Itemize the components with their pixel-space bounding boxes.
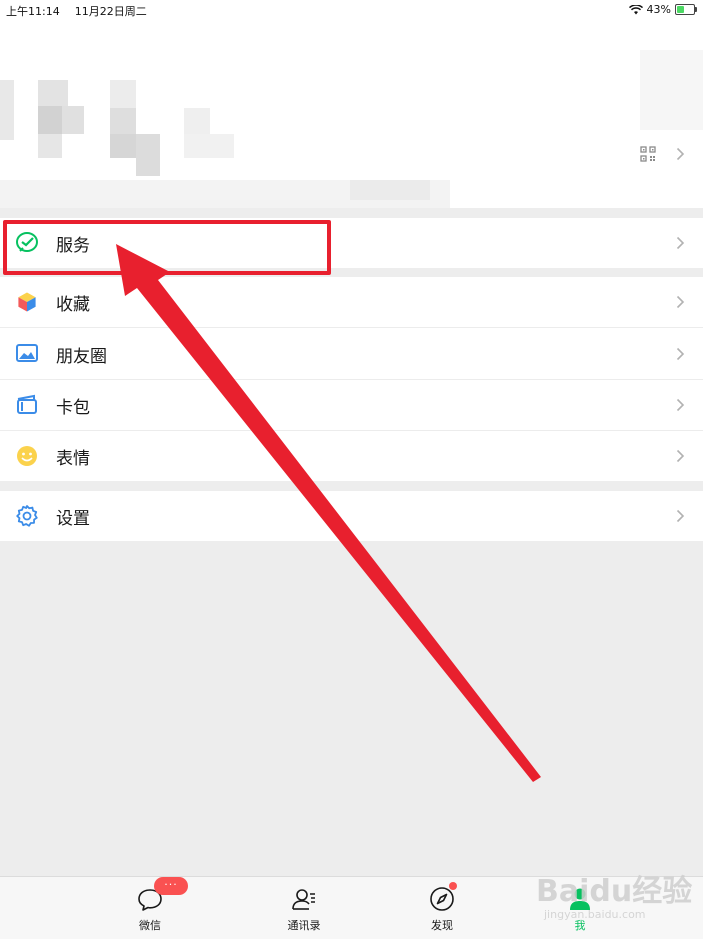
tab-label: 通讯录 [287,919,321,932]
tab-label: 微信 [139,919,161,932]
tab-discover[interactable]: 发现 [402,877,482,939]
contacts-icon [292,889,315,910]
tab-contacts[interactable]: 通讯录 [264,877,344,939]
tab-label: 发现 [431,919,453,932]
watermark-text: Baidu经验 [536,874,693,909]
annotation-arrow [116,244,541,782]
baidu-jingyan-watermark: Baidu经验 jingyan.baidu.com [536,858,696,928]
discover-red-dot [449,882,457,890]
watermark-url: jingyan.baidu.com [544,908,646,921]
unread-badge: ··· [154,877,188,895]
